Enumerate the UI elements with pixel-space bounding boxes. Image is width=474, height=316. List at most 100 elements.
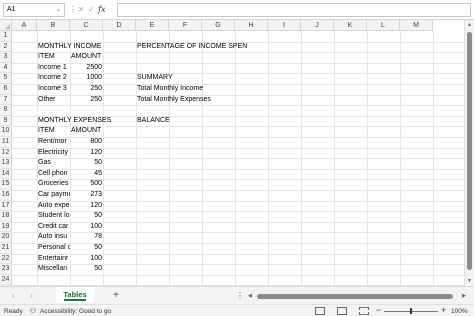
row-header-14[interactable]: 14 — [0, 168, 12, 180]
column-header-l[interactable]: L — [367, 20, 400, 31]
add-sheet-button[interactable]: + — [113, 289, 119, 302]
cell-c17[interactable]: 120 — [70, 201, 103, 212]
row-header-23[interactable]: 23 — [0, 264, 12, 275]
row-header-12[interactable]: 12 — [0, 147, 12, 159]
row-header-1[interactable]: 1 — [0, 31, 12, 42]
sheet-tab-tables[interactable]: Tables — [56, 287, 94, 303]
cell-c5[interactable]: 1000 — [70, 73, 103, 84]
name-box[interactable]: A1 ⌄ — [3, 3, 65, 17]
cell-b4[interactable]: Income 1 — [37, 63, 70, 74]
page-break-view-icon[interactable] — [359, 307, 369, 315]
cell-e9[interactable]: BALANCE — [136, 116, 433, 127]
column-header-d[interactable]: D — [103, 20, 136, 31]
cell-e6[interactable]: Total Monthly Income — [136, 84, 433, 95]
row-header-6[interactable]: 6 — [0, 84, 12, 95]
cell-b19[interactable]: Credit car — [37, 222, 70, 233]
page-layout-view-icon[interactable] — [337, 307, 347, 315]
row-header-10[interactable]: 10 — [0, 126, 12, 137]
cell-b15[interactable]: Groceries — [37, 179, 70, 190]
cell-b14[interactable]: Cell phon — [37, 169, 70, 180]
horizontal-scroll-thumb[interactable] — [257, 294, 453, 299]
row-header-24[interactable]: 24 — [0, 274, 12, 286]
cell-b11[interactable]: Rent/mor — [37, 137, 70, 148]
cell-b21[interactable]: Personal c — [37, 243, 70, 254]
column-header-j[interactable]: J — [301, 20, 334, 31]
accessibility-icon[interactable]: ⚇ — [30, 307, 36, 316]
scroll-left-icon[interactable]: ◀ — [248, 291, 252, 301]
cell-b10[interactable]: ITEM — [37, 126, 70, 137]
zoom-in-button[interactable]: + — [441, 305, 446, 316]
row-header-17[interactable]: 17 — [0, 200, 12, 212]
cell-c18[interactable]: 50 — [70, 211, 103, 222]
cell-c20[interactable]: 78 — [70, 232, 103, 243]
row-header-22[interactable]: 22 — [0, 253, 12, 265]
row-header-20[interactable]: 20 — [0, 232, 12, 243]
cell-b22[interactable]: Entertainr — [37, 254, 70, 265]
cell-c10[interactable]: AMOUNT — [70, 126, 433, 137]
cell-b17[interactable]: Auto expe — [37, 201, 70, 212]
cancel-icon[interactable]: ✕ — [78, 3, 85, 17]
select-all-button[interactable] — [0, 20, 12, 31]
row-header-11[interactable]: 11 — [0, 137, 12, 148]
cell-c14[interactable]: 45 — [70, 169, 103, 180]
cell-c16[interactable]: 273 — [70, 190, 103, 201]
tab-options-icon[interactable]: ⋮ — [236, 290, 244, 302]
cell-c22[interactable]: 100 — [70, 254, 103, 265]
cell-c11[interactable]: 800 — [70, 137, 103, 148]
row-header-5[interactable]: 5 — [0, 73, 12, 84]
cell-c6[interactable]: 250 — [70, 84, 103, 95]
scroll-up-icon[interactable]: ▲ — [467, 22, 472, 28]
cell-b20[interactable]: Auto insu — [37, 232, 70, 243]
row-header-18[interactable]: 18 — [0, 211, 12, 222]
cell-c4[interactable]: 2500 — [70, 63, 103, 74]
column-header-k[interactable]: K — [334, 20, 367, 31]
cell-c23[interactable]: 50 — [70, 264, 103, 275]
vertical-scroll-thumb[interactable] — [467, 32, 472, 270]
column-header-g[interactable]: G — [202, 20, 235, 31]
row-header-21[interactable]: 21 — [0, 243, 12, 254]
cell-b13[interactable]: Gas — [37, 158, 70, 169]
vertical-scrollbar[interactable]: ▲ ▼ — [464, 20, 474, 286]
worksheet-grid[interactable]: A B C D E F G H I J K L M 1 2 3 4 5 6 7 8 9 10 11 12 13 14 15 16 17 18… — [0, 20, 474, 286]
cell-b7[interactable]: Other — [37, 95, 70, 106]
cell-b3[interactable]: ITEM — [37, 52, 70, 63]
cell-e5[interactable]: SUMMARY — [136, 73, 433, 84]
column-header-e[interactable]: E — [136, 20, 169, 31]
formula-input[interactable] — [117, 3, 471, 17]
cell-b2[interactable]: MONTHLY INCOME — [37, 42, 136, 53]
column-header-m[interactable]: M — [400, 20, 433, 31]
cell-e7[interactable]: Total Monthly Expenses — [136, 95, 433, 106]
row-header-15[interactable]: 15 — [0, 179, 12, 190]
cell-b6[interactable]: Income 3 — [37, 84, 70, 95]
horizontal-scrollbar[interactable]: ◀ ▶ — [248, 291, 466, 301]
cell-c12[interactable]: 120 — [70, 148, 103, 159]
scroll-right-icon[interactable]: ▶ — [462, 291, 466, 301]
cell-b5[interactable]: Income 2 — [37, 73, 70, 84]
cell-b18[interactable]: Student lo — [37, 211, 70, 222]
cell-c19[interactable]: 100 — [70, 222, 103, 233]
prev-sheet-icon[interactable]: ‹ — [12, 290, 15, 302]
cell-e2[interactable]: PERCENTAGE OF INCOME SPEN — [136, 42, 433, 53]
row-header-13[interactable]: 13 — [0, 158, 12, 169]
insert-function-button[interactable]: fx — [98, 3, 105, 17]
cell-b9[interactable]: MONTHLY EXPENSES — [37, 116, 136, 127]
cell-b16[interactable]: Car payme — [37, 190, 70, 201]
normal-view-icon[interactable] — [315, 307, 325, 315]
more-options-icon[interactable]: ⋮ — [69, 3, 77, 17]
cell-b23[interactable]: Miscellan — [37, 264, 70, 275]
next-sheet-icon[interactable]: › — [30, 290, 33, 302]
column-header-a[interactable]: A — [12, 20, 37, 31]
row-header-7[interactable]: 7 — [0, 94, 12, 106]
column-header-c[interactable]: C — [70, 20, 103, 31]
column-header-f[interactable]: F — [169, 20, 202, 31]
zoom-slider-handle[interactable] — [410, 308, 412, 314]
scroll-down-icon[interactable]: ▼ — [467, 278, 472, 284]
row-header-9[interactable]: 9 — [0, 115, 12, 127]
zoom-level[interactable]: 100% — [451, 307, 468, 316]
row-header-8[interactable]: 8 — [0, 105, 12, 116]
row-header-16[interactable]: 16 — [0, 190, 12, 201]
zoom-out-button[interactable]: − — [376, 305, 381, 316]
column-header-h[interactable]: H — [235, 20, 268, 31]
column-header-i[interactable]: I — [268, 20, 301, 31]
chevron-down-icon[interactable]: ⌄ — [56, 4, 61, 16]
